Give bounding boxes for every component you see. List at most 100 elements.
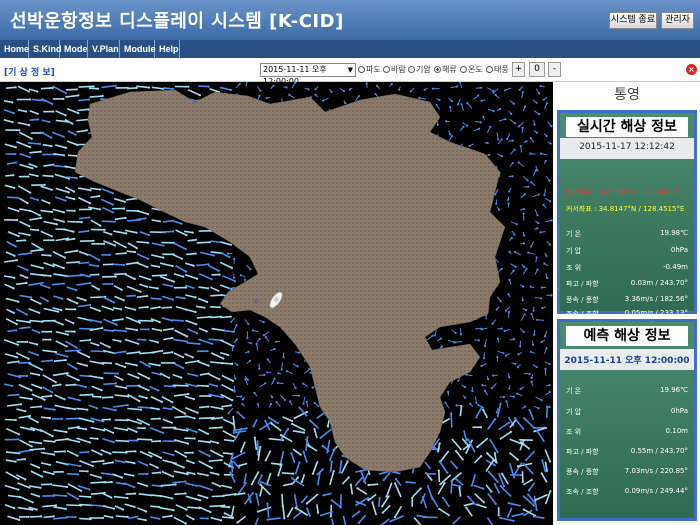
current-arrow xyxy=(137,384,149,391)
current-arrow xyxy=(208,338,223,342)
current-arrow xyxy=(172,384,188,387)
current-arrow-head xyxy=(549,142,552,145)
zoom-reset-button[interactable]: 0 xyxy=(529,62,545,77)
menu-mode[interactable]: Mode xyxy=(60,40,88,58)
current-arrow-head xyxy=(65,494,68,498)
current-arrow-head xyxy=(30,252,33,255)
current-arrow-head xyxy=(230,266,233,269)
datetime-select[interactable]: 2015-11-11 오후 12:00:00 ▼ xyxy=(260,63,356,86)
system-exit-button[interactable]: 시스템 종료 xyxy=(609,12,657,29)
current-arrow-head xyxy=(111,282,114,286)
current-arrow-head xyxy=(302,382,305,385)
current-arrow-head xyxy=(241,398,244,401)
current-arrow-head xyxy=(171,497,174,500)
current-arrow-head xyxy=(198,94,201,97)
current-arrow xyxy=(90,195,100,199)
menu-v-plan[interactable]: V.Plan xyxy=(88,40,120,58)
current-arrow-head xyxy=(89,303,92,307)
current-arrow xyxy=(371,502,377,516)
menu-help[interactable]: Help xyxy=(155,40,180,58)
current-arrow xyxy=(211,495,224,498)
rt-label-wind: 풍속 / 풍향 xyxy=(566,296,599,304)
current-arrow xyxy=(127,407,142,411)
current-arrow-head xyxy=(74,515,77,519)
current-arrow xyxy=(163,87,174,90)
map-view[interactable]: + xyxy=(0,82,553,525)
layer-radio-wind[interactable]: 바람 xyxy=(383,64,406,75)
current-arrow xyxy=(172,480,186,484)
current-arrow xyxy=(209,87,220,93)
current-arrow-head xyxy=(358,510,361,513)
current-arrow xyxy=(254,437,258,451)
menu-home[interactable]: Home xyxy=(0,40,29,58)
close-icon[interactable]: × xyxy=(686,64,697,75)
current-arrow-head xyxy=(256,403,259,406)
current-arrow xyxy=(100,198,114,206)
current-arrow-head xyxy=(16,356,19,359)
current-arrow-head xyxy=(480,364,483,367)
current-arrow-head xyxy=(74,383,77,386)
current-arrow xyxy=(350,484,354,495)
current-arrow-head xyxy=(511,175,514,178)
zoom-in-button[interactable]: + xyxy=(512,62,525,77)
layer-radio-pressure[interactable]: 기압 xyxy=(408,64,431,75)
current-arrow xyxy=(211,315,222,319)
current-arrow xyxy=(127,242,138,249)
current-arrow xyxy=(67,130,76,136)
current-arrow-head xyxy=(38,142,42,145)
current-arrow xyxy=(28,440,42,445)
current-arrow-head xyxy=(530,376,533,379)
current-arrow xyxy=(254,517,259,525)
current-arrow xyxy=(16,308,28,316)
current-arrow-head xyxy=(26,202,29,205)
current-arrow-head xyxy=(466,102,469,105)
layer-radio-typhoon[interactable]: 태풍 xyxy=(486,64,509,75)
current-arrow-head xyxy=(209,510,212,514)
current-arrow-head xyxy=(517,161,520,164)
current-arrow xyxy=(219,86,231,91)
zoom-out-button[interactable]: - xyxy=(548,62,561,77)
current-arrow xyxy=(185,482,198,487)
current-arrow-head xyxy=(440,345,443,348)
layer-radio-temperature[interactable]: 온도 xyxy=(460,64,483,75)
current-arrow-head xyxy=(150,455,153,458)
current-arrow-head xyxy=(18,129,21,132)
current-arrow-head xyxy=(454,341,457,344)
current-arrow xyxy=(65,438,80,443)
current-arrow-head xyxy=(457,379,460,382)
menu-s-kind[interactable]: S.Kind xyxy=(29,40,62,58)
current-arrow xyxy=(42,386,53,394)
admin-button[interactable]: 관리자 xyxy=(661,12,694,29)
current-arrow-head xyxy=(544,335,547,338)
current-arrow xyxy=(424,461,431,469)
current-arrow-head xyxy=(302,431,305,434)
current-arrow-head xyxy=(480,328,483,331)
current-arrow xyxy=(471,473,476,486)
current-arrow xyxy=(39,428,53,437)
current-arrow xyxy=(290,452,296,464)
current-arrow-head xyxy=(454,449,458,453)
current-arrow-head xyxy=(239,274,242,277)
current-arrow xyxy=(89,473,102,479)
current-arrow-head xyxy=(548,460,552,463)
current-arrow xyxy=(16,140,31,148)
current-arrow-head xyxy=(233,257,236,260)
layer-radio-current[interactable]: 해류 xyxy=(434,64,457,75)
current-arrow-head xyxy=(231,399,234,402)
current-arrow-head xyxy=(195,323,198,326)
map-canvas[interactable]: + xyxy=(0,82,553,525)
current-arrow xyxy=(66,450,78,457)
menu-module[interactable]: Module xyxy=(120,40,156,58)
current-arrow-head xyxy=(220,519,223,522)
current-arrow-head xyxy=(273,377,276,380)
current-arrow-head xyxy=(223,512,226,515)
current-arrow-head xyxy=(61,417,64,420)
current-arrow-head xyxy=(218,306,221,309)
current-arrow-head xyxy=(232,276,235,279)
layer-radio-wave[interactable]: 파도 xyxy=(358,64,381,75)
current-arrow-head xyxy=(409,90,412,93)
current-arrow-head xyxy=(14,86,17,89)
current-arrow xyxy=(474,493,485,503)
current-arrow xyxy=(52,372,68,377)
current-arrow xyxy=(511,513,524,518)
